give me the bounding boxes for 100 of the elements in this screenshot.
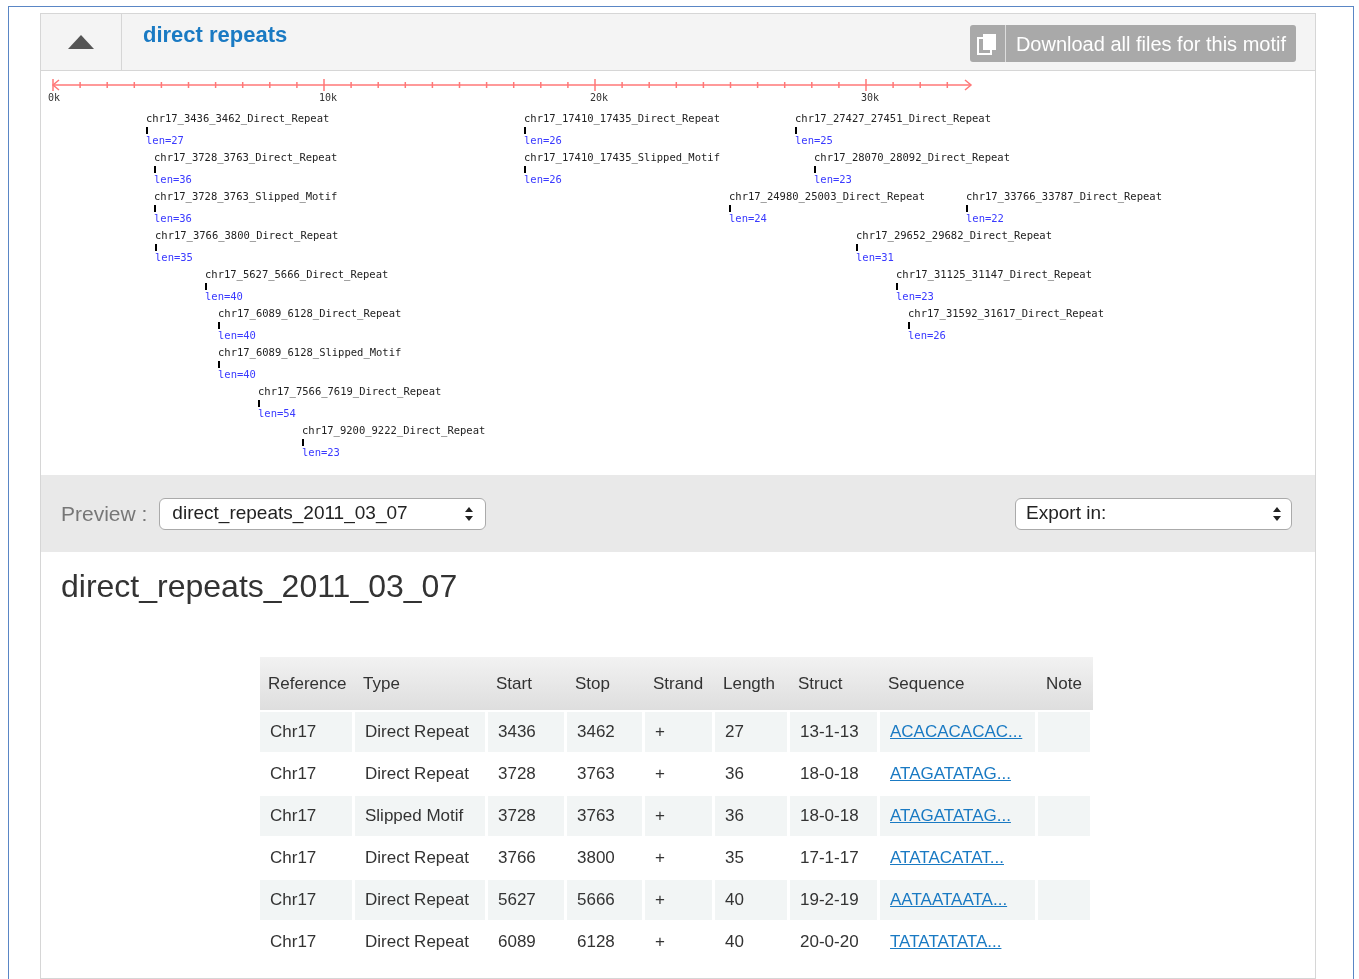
- table-cell: 36: [715, 796, 787, 836]
- length-label: len=22: [966, 212, 1005, 223]
- feature-label[interactable]: chr17_3728_3763_Direct_Repeat: [154, 152, 338, 163]
- preview-label: Preview :: [61, 500, 148, 527]
- length-label: len=25: [795, 134, 834, 145]
- table-cell: Slipped Motif: [355, 796, 485, 836]
- table-cell: Chr17: [260, 880, 352, 920]
- feature-label[interactable]: chr17_27427_27451_Direct_Repeat: [795, 113, 991, 124]
- length-label: len=35: [155, 251, 194, 262]
- table-cell: Chr17: [260, 712, 352, 752]
- feature-label[interactable]: chr17_31125_31147_Direct_Repeat: [896, 269, 1092, 280]
- table-heading: direct_repeats_2011_03_07: [61, 570, 459, 602]
- feature-label[interactable]: chr17_28070_28092_Direct_Repeat: [814, 152, 1010, 163]
- feature-label[interactable]: chr17_24980_25003_Direct_Repeat: [729, 191, 925, 202]
- feature-mark: [795, 126, 797, 134]
- feature-mark: [524, 126, 526, 134]
- table-cell: 40: [715, 880, 787, 920]
- length-label: len=23: [814, 173, 853, 184]
- length-label: len=23: [896, 290, 935, 301]
- ruler-label: 10k: [319, 93, 338, 103]
- feature-mark: [218, 360, 220, 368]
- table-cell: Direct Repeat: [355, 712, 485, 752]
- feature-mark: [146, 126, 148, 134]
- feature-mark: [524, 165, 526, 173]
- column-header: Type: [362, 672, 401, 695]
- feature-label[interactable]: chr17_7566_7619_Direct_Repeat: [258, 386, 442, 397]
- feature-label[interactable]: chr17_5627_5666_Direct_Repeat: [205, 269, 389, 280]
- table-cell: Chr17: [260, 796, 352, 836]
- column-header: Reference: [267, 672, 348, 695]
- sequence-link[interactable]: ATATACATAT...: [890, 845, 1004, 871]
- preview-select[interactable]: direct_repeats_2011_03_07: [159, 497, 487, 530]
- table-cell: 13-1-13: [790, 712, 877, 752]
- feature-label[interactable]: chr17_6089_6128_Direct_Repeat: [218, 308, 402, 319]
- export-select[interactable]: Export in:: [1015, 497, 1292, 530]
- sequence-link[interactable]: ATAGATATAG...: [890, 803, 1011, 829]
- length-label: len=40: [205, 290, 244, 301]
- feature-label[interactable]: chr17_3436_3462_Direct_Repeat: [146, 113, 330, 124]
- section-title: direct repeats: [143, 24, 288, 49]
- column-header: Stop: [574, 672, 611, 695]
- length-label: len=26: [524, 173, 563, 184]
- length-label: len=23: [302, 446, 341, 457]
- feature-mark: [302, 438, 304, 446]
- length-label: len=31: [856, 251, 895, 262]
- feature-mark: [908, 321, 910, 329]
- table-cell: +: [645, 712, 712, 752]
- feature-label[interactable]: chr17_17410_17435_Slipped_Motif: [524, 152, 720, 163]
- column-header: Length: [722, 672, 776, 695]
- ruler-label: 0k: [48, 93, 61, 103]
- length-label: len=36: [154, 173, 193, 184]
- feature-mark: [218, 321, 220, 329]
- copy-icon: [977, 32, 998, 55]
- length-label: len=36: [154, 212, 193, 223]
- table-cell: 27: [715, 712, 787, 752]
- column-header: Note: [1045, 672, 1083, 695]
- length-label: len=24: [729, 212, 768, 223]
- feature-mark: [814, 165, 816, 173]
- length-label: len=40: [218, 329, 257, 340]
- feature-label[interactable]: chr17_6089_6128_Slipped_Motif: [218, 347, 402, 358]
- sequence-link[interactable]: ACACACACAC...: [890, 719, 1023, 745]
- ruler-label: 20k: [590, 93, 609, 103]
- feature-label[interactable]: chr17_9200_9222_Direct_Repeat: [302, 425, 486, 436]
- column-header: Sequence: [887, 672, 966, 695]
- length-label: len=26: [908, 329, 947, 340]
- feature-mark: [729, 204, 731, 212]
- column-header: Strand: [652, 672, 705, 695]
- feature-label[interactable]: chr17_29652_29682_Direct_Repeat: [856, 230, 1052, 241]
- table-cell: 3763: [567, 796, 642, 836]
- feature-label[interactable]: chr17_33766_33787_Direct_Repeat: [966, 191, 1162, 202]
- table-cell: 5627: [488, 880, 564, 920]
- table-cell: 3728: [488, 796, 564, 836]
- sequence-link[interactable]: TATATATATA...: [890, 929, 1002, 955]
- length-label: len=40: [218, 368, 257, 379]
- length-label: len=26: [524, 134, 563, 145]
- table-cell: Direct Repeat: [355, 880, 485, 920]
- feature-label[interactable]: chr17_17410_17435_Direct_Repeat: [524, 113, 720, 124]
- column-header: Struct: [797, 672, 844, 695]
- ruler-label: 30k: [861, 93, 880, 103]
- length-label: len=54: [258, 407, 297, 418]
- table-cell: 19-2-19: [790, 880, 877, 920]
- column-header: Start: [495, 672, 533, 695]
- feature-mark: [154, 204, 156, 212]
- feature-label[interactable]: chr17_31592_31617_Direct_Repeat: [908, 308, 1104, 319]
- feature-mark: [154, 165, 156, 173]
- table-cell: 3462: [567, 712, 642, 752]
- sequence-link[interactable]: ATAGATATAG...: [890, 761, 1011, 787]
- triangle-icon: [68, 35, 94, 49]
- table-cell: 5666: [567, 880, 642, 920]
- feature-mark: [896, 282, 898, 290]
- feature-label[interactable]: chr17_3728_3763_Slipped_Motif: [154, 191, 338, 202]
- feature-mark: [155, 243, 157, 251]
- table-cell: 3436: [488, 712, 564, 752]
- sequence-link[interactable]: AATAATAATA...: [890, 887, 1008, 913]
- updown-icon: [465, 505, 474, 522]
- feature-label[interactable]: chr17_3766_3800_Direct_Repeat: [155, 230, 339, 241]
- feature-mark: [258, 399, 260, 407]
- table-cell: 18-0-18: [790, 796, 877, 836]
- feature-mark: [205, 282, 207, 290]
- updown-icon: [1273, 505, 1281, 522]
- length-label: len=27: [146, 134, 185, 145]
- table-cell: +: [645, 880, 712, 920]
